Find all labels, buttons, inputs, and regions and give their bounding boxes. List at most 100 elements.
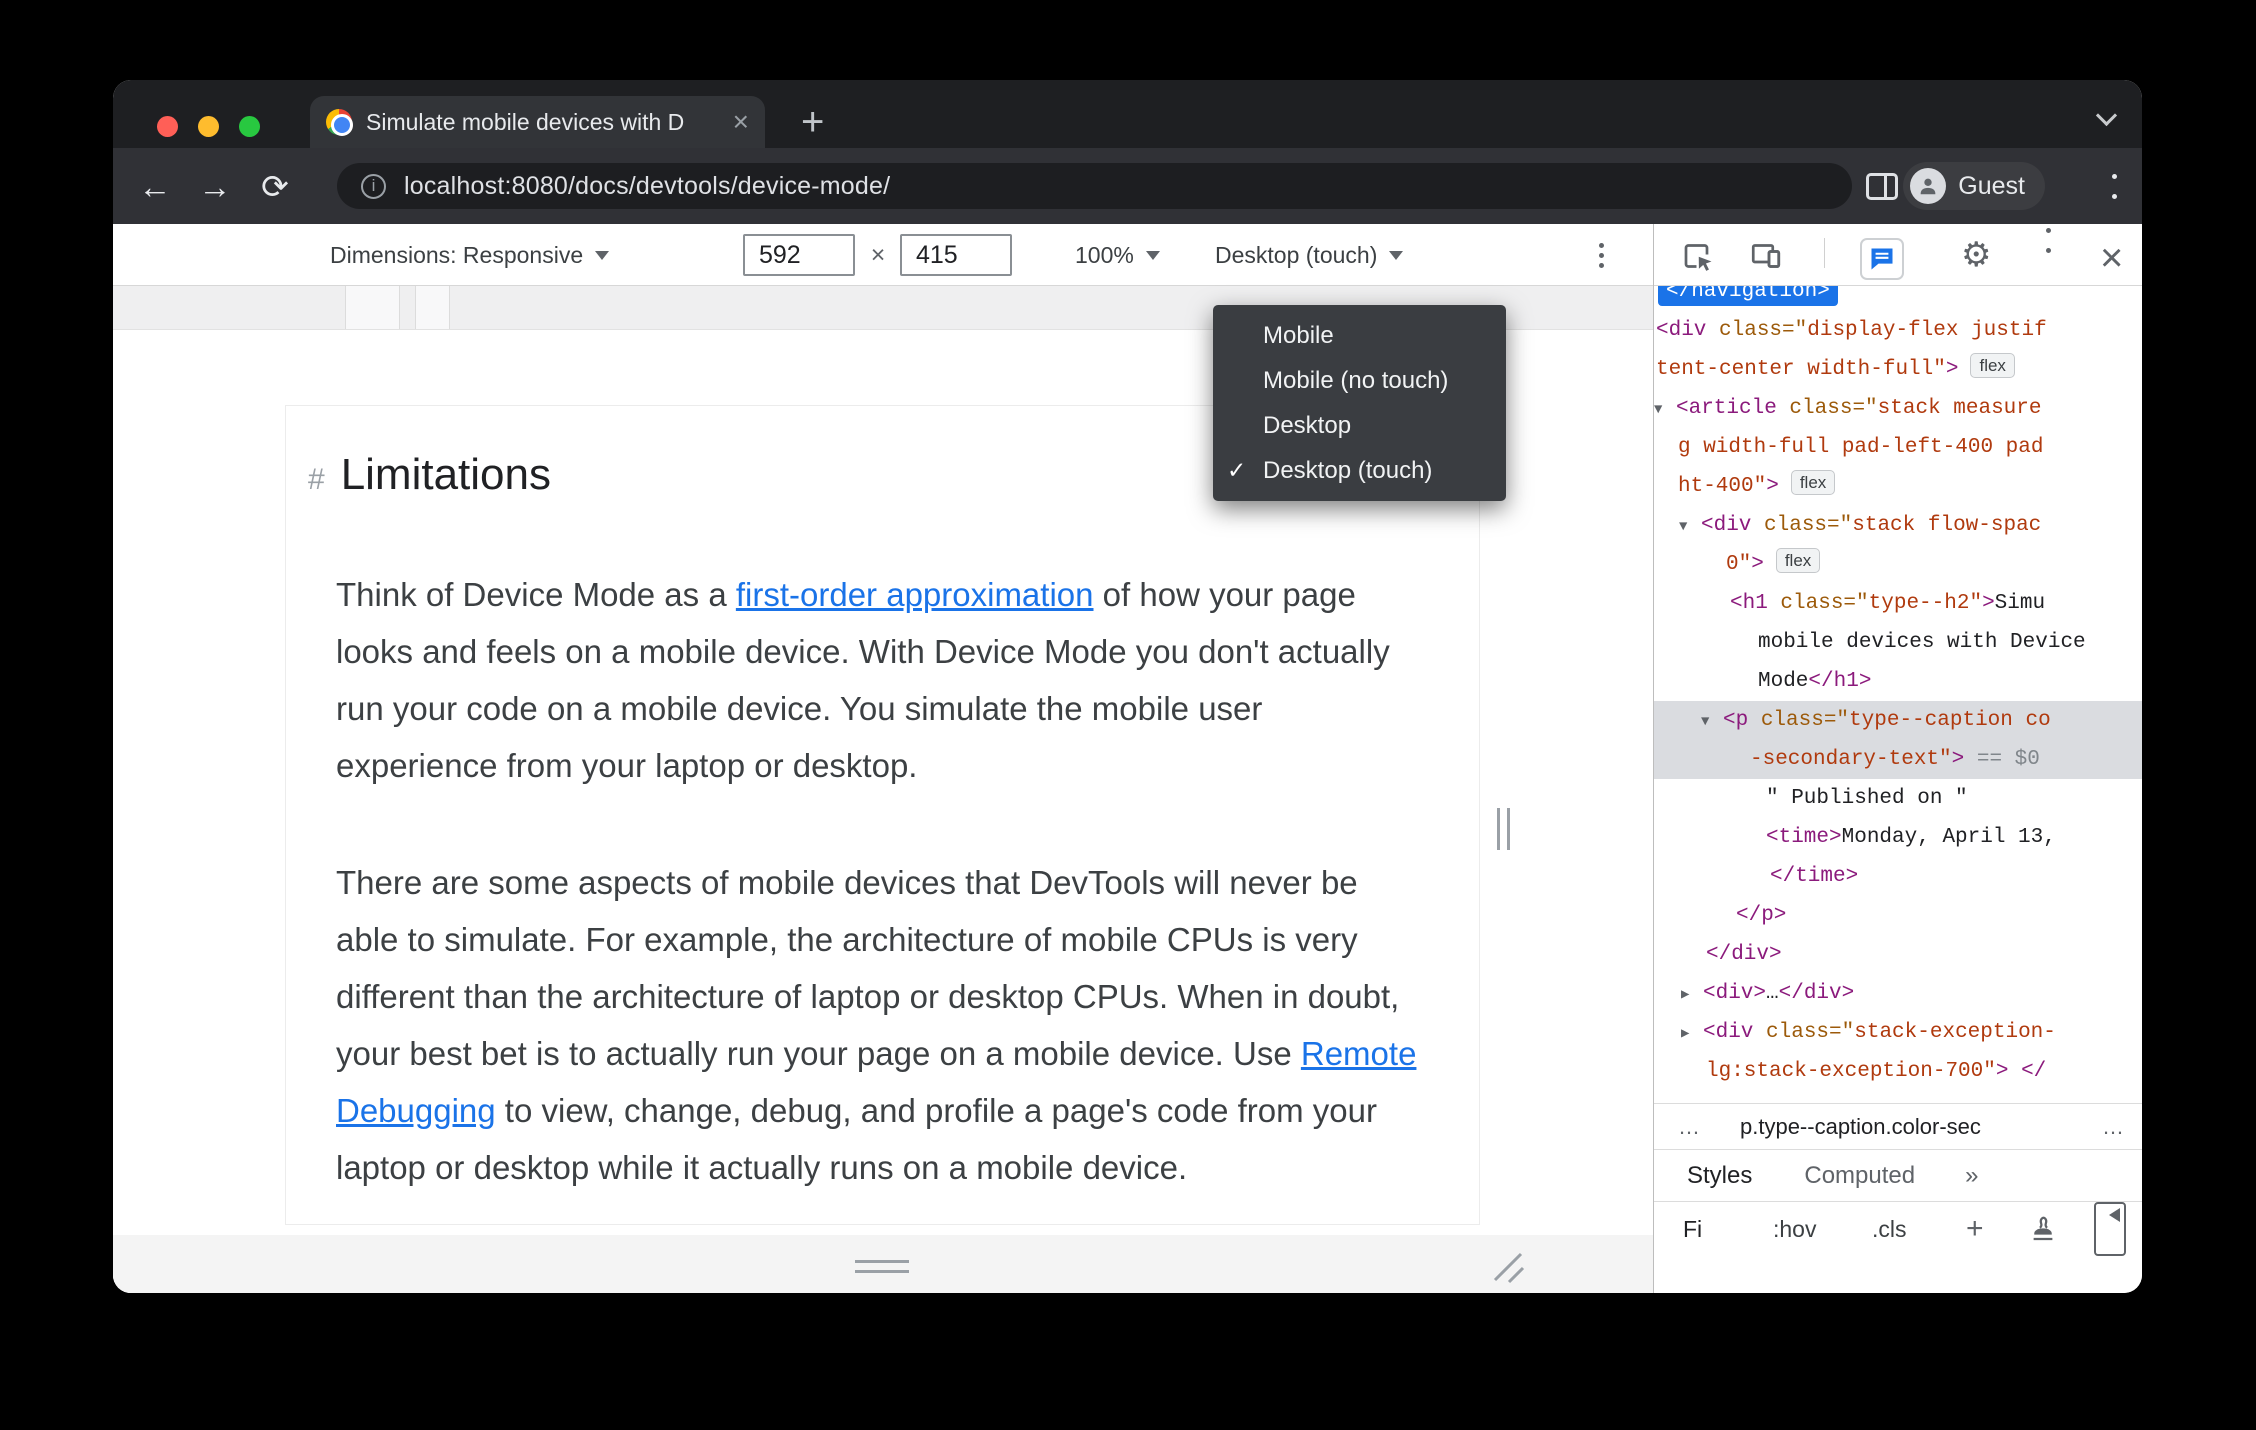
close-window-button[interactable] xyxy=(157,116,178,137)
reload-button[interactable]: ⟳ xyxy=(245,170,305,203)
viewport-width-input[interactable] xyxy=(743,234,855,276)
checkmark-icon: ✓ xyxy=(1227,457,1247,483)
expand-arrow-icon[interactable]: ▼ xyxy=(1654,391,1676,430)
dom-tree-line[interactable]: Mode</h1> xyxy=(1654,662,2142,701)
styles-filter-input[interactable]: Fi xyxy=(1683,1202,1702,1256)
new-style-rule-button[interactable]: + xyxy=(1966,1202,1984,1256)
dom-tree-line[interactable]: " Published on " xyxy=(1654,779,2142,818)
zoom-select[interactable]: 100% xyxy=(1075,224,1160,286)
settings-gear-icon[interactable]: ⚙ xyxy=(1961,238,1991,272)
breadcrumb-overflow-right[interactable]: … xyxy=(2102,1114,2124,1140)
device-menu-item[interactable]: Mobile xyxy=(1213,313,1506,358)
device-type-menu: Mobile Mobile (no touch) Desktop ✓ Desktop (… xyxy=(1213,305,1506,501)
dom-tree-line[interactable]: tent-center width-full"> flex xyxy=(1654,350,2142,389)
dom-tree-line[interactable]: </div> xyxy=(1654,935,2142,974)
first-order-approximation-link[interactable]: first-order approximation xyxy=(736,576,1094,613)
code-token: </navigation> xyxy=(1666,286,1830,303)
dom-tree-line[interactable]: -secondary-text"> == $0 xyxy=(1654,740,2142,779)
site-info-icon[interactable] xyxy=(361,173,386,199)
window-content: Dimensions: Responsive × 100% Desktop (t… xyxy=(113,224,2142,1293)
profile-button[interactable]: Guest xyxy=(1903,162,2045,210)
expand-arrow-icon[interactable]: ▼ xyxy=(1679,508,1701,547)
devtools-close-icon[interactable]: × xyxy=(2100,238,2123,278)
minimize-window-button[interactable] xyxy=(198,116,219,137)
ruler-segment xyxy=(345,286,400,329)
dom-tree-line[interactable]: 0"> flex xyxy=(1654,545,2142,584)
chrome-favicon-icon xyxy=(326,109,353,136)
zoom-value: 100% xyxy=(1075,241,1134,268)
inspect-element-icon[interactable] xyxy=(1680,238,1716,279)
toggle-element-state-button[interactable]: :hov xyxy=(1773,1202,1816,1256)
code-token: lg:stack-exception-700" xyxy=(1706,1060,1996,1083)
code-token: stack measure xyxy=(1877,397,2042,420)
expand-arrow-icon[interactable]: ▼ xyxy=(1701,703,1723,742)
code-token: class=" xyxy=(1767,592,1869,615)
heading-anchor[interactable]: # xyxy=(308,463,325,497)
dom-tree-line[interactable]: g width-full pad-left-400 pad xyxy=(1654,428,2142,467)
tab-search-chevron-icon[interactable] xyxy=(2095,104,2118,127)
back-button[interactable]: ← xyxy=(125,170,185,203)
breadcrumb-overflow-left[interactable]: … xyxy=(1654,1114,1700,1140)
code-token: > xyxy=(1945,358,1959,381)
omnibox[interactable]: localhost:8080/docs/devtools/device-mode… xyxy=(337,163,1852,209)
toggle-sidebar-icon[interactable] xyxy=(2094,1202,2126,1256)
code-token: <p xyxy=(1723,709,1749,732)
code-token: stack flow-spac xyxy=(1852,514,2042,537)
maximize-window-button[interactable] xyxy=(239,116,260,137)
url-text[interactable]: localhost:8080/docs/devtools/device-mode… xyxy=(404,172,890,201)
dom-tree-line[interactable]: <h1 class="type--h2">Simu xyxy=(1654,584,2142,623)
dom-tree-line[interactable]: <div class="display-flex justif xyxy=(1654,311,2142,350)
code-token: ht-400" xyxy=(1678,475,1767,498)
dom-tree: </navigation> <div class="display-flex ju… xyxy=(1654,286,2142,1103)
dom-tree-line[interactable]: mobile devices with Device xyxy=(1654,623,2142,662)
devtools-pane: ⚙ × </navigation> <div class="display-fle… xyxy=(1653,224,2142,1293)
device-toolbar-menu-button[interactable] xyxy=(1599,224,1604,286)
stamp-icon[interactable] xyxy=(2028,1202,2058,1256)
tab-computed[interactable]: Computed xyxy=(1804,1162,1915,1190)
device-type-select[interactable]: Desktop (touch) xyxy=(1215,224,1404,286)
side-panel-icon[interactable] xyxy=(1866,173,1898,200)
dom-tree-line[interactable]: ▶ <div>…</div> xyxy=(1654,974,2142,1013)
dom-tree-line[interactable]: lg:stack-exception-700"> </ xyxy=(1654,1052,2142,1091)
paragraph-2: There are some aspects of mobile devices… xyxy=(336,854,1419,1196)
dom-tree-line[interactable]: </time> xyxy=(1654,857,2142,896)
new-tab-button[interactable]: + xyxy=(801,102,824,142)
dom-tree-line[interactable]: <time>Monday, April 13, xyxy=(1654,818,2142,857)
dimensions-select[interactable]: Dimensions: Responsive xyxy=(330,224,610,286)
console-messages-button[interactable] xyxy=(1860,238,1904,280)
tab-styles[interactable]: Styles xyxy=(1687,1162,1752,1190)
flex-badge[interactable]: flex xyxy=(1775,548,1821,573)
more-tabs-chevrons[interactable]: » xyxy=(1965,1162,1978,1190)
device-toolbar-toggle-icon[interactable] xyxy=(1748,238,1784,279)
device-menu-item[interactable]: Desktop xyxy=(1213,403,1506,448)
code-token: </div> xyxy=(1778,982,1855,1005)
viewport-height-input[interactable] xyxy=(900,234,1012,276)
person-icon xyxy=(1920,178,1936,195)
dom-tree-line[interactable]: ▼ <div class="stack flow-spac xyxy=(1654,506,2142,545)
flex-badge[interactable]: flex xyxy=(1790,470,1836,495)
dom-tree-line[interactable]: </p> xyxy=(1654,896,2142,935)
code-token: <div xyxy=(1701,514,1752,537)
viewport-resize-handle-corner[interactable] xyxy=(1485,1244,1529,1288)
expand-arrow-icon[interactable]: ▶ xyxy=(1681,1015,1703,1054)
device-menu-item[interactable]: Mobile (no touch) xyxy=(1213,358,1506,403)
forward-button[interactable]: → xyxy=(185,170,245,203)
page-title-text: Limitations xyxy=(340,450,551,499)
element-classes-button[interactable]: .cls xyxy=(1872,1202,1907,1256)
breadcrumb-crumb[interactable]: p.type--caption.color-sec xyxy=(1740,1114,1981,1140)
dom-tree-line[interactable]: ▶ <div class="stack-exception- xyxy=(1654,1013,2142,1052)
dom-tree-line[interactable]: ht-400"> flex xyxy=(1654,467,2142,506)
code-token: stack-exception- xyxy=(1854,1021,2056,1044)
viewport-resize-handle-right[interactable] xyxy=(1497,808,1510,850)
tab-title: Simulate mobile devices with D xyxy=(366,108,685,135)
tab-close-icon[interactable]: × xyxy=(733,108,749,136)
kebab-menu-icon xyxy=(1599,242,1604,268)
browser-tab[interactable]: Simulate mobile devices with D × xyxy=(310,96,765,148)
expand-arrow-icon[interactable]: ▶ xyxy=(1681,976,1703,1015)
dom-tree-line[interactable]: ▼ <article class="stack measure xyxy=(1654,389,2142,428)
device-menu-item[interactable]: ✓ Desktop (touch) xyxy=(1213,448,1506,493)
dom-tree-line[interactable]: </navigation> xyxy=(1654,286,2142,311)
viewport-resize-handle-bottom[interactable] xyxy=(855,1260,909,1273)
flex-badge[interactable]: flex xyxy=(1970,353,2015,378)
dom-tree-line[interactable]: ▼ <p class="type--caption co xyxy=(1654,701,2142,740)
